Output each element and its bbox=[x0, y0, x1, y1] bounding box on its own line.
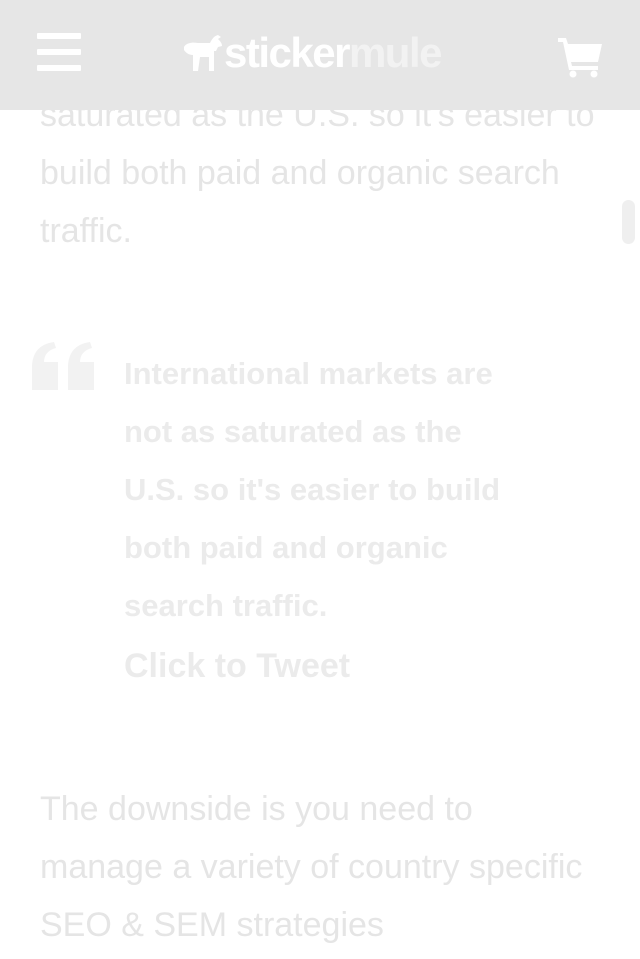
article-paragraph: The downside is you need to manage a var… bbox=[40, 790, 583, 944]
sticker-mule-logo[interactable]: sticker mule bbox=[180, 28, 443, 78]
shopping-cart-icon[interactable] bbox=[556, 34, 604, 78]
scrollbar-thumb[interactable] bbox=[622, 200, 635, 244]
hamburger-menu-icon[interactable] bbox=[37, 33, 81, 73]
pull-quote: International markets are not as saturat… bbox=[124, 356, 501, 623]
page: saturated as the U.S. so it's easier to … bbox=[0, 0, 640, 959]
quote-mark-icon bbox=[32, 342, 94, 390]
logo-text-primary: sticker bbox=[224, 29, 350, 76]
logo-text-secondary: mule bbox=[348, 29, 443, 76]
article-paragraph: saturated as the U.S. so it's easier to … bbox=[40, 96, 595, 250]
mule-icon bbox=[184, 35, 222, 71]
site-header: sticker mule bbox=[0, 0, 640, 110]
click-to-tweet-link[interactable]: Click to Tweet bbox=[124, 638, 350, 694]
